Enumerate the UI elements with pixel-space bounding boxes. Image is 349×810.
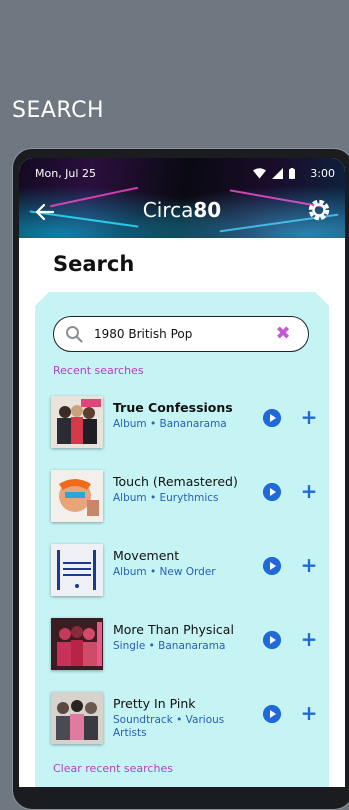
result-title: Movement	[113, 548, 180, 563]
plus-icon[interactable]: +	[298, 406, 320, 428]
search-bar[interactable]: ✖	[53, 316, 309, 352]
status-icons	[253, 168, 295, 179]
battery-icon	[289, 168, 295, 179]
plus-icon[interactable]: +	[298, 702, 320, 724]
result-subtitle: Album • New Order	[113, 566, 216, 578]
top-bar: Mon, Jul 25 3:00 Circa80	[19, 158, 345, 238]
result-row[interactable]: True Confessions Album • Bananarama +	[51, 396, 321, 452]
page-title: Search	[53, 252, 135, 276]
search-input[interactable]	[94, 324, 274, 344]
result-subtitle: Single • Bananarama	[113, 640, 226, 652]
album-cover-pretty-in-pink	[51, 692, 103, 744]
app-bar: Circa80	[19, 194, 345, 230]
section-caption: SEARCH	[12, 98, 105, 123]
logo-number: 80	[193, 198, 222, 222]
plus-icon[interactable]: +	[298, 480, 320, 502]
status-date: Mon, Jul 25	[35, 167, 96, 180]
play-icon[interactable]	[263, 409, 281, 427]
search-icon	[66, 326, 83, 343]
album-cover-touch	[51, 470, 103, 522]
album-cover-movement	[51, 544, 103, 596]
phone-screen: Mon, Jul 25 3:00 Circa80 Search 1980 Bri…	[19, 158, 345, 787]
plus-icon[interactable]: +	[298, 554, 320, 576]
album-cover-more-than-physical	[51, 618, 103, 670]
result-subtitle: Album • Bananarama	[113, 418, 227, 430]
result-row[interactable]: Pretty In Pink Soundtrack • Various Arti…	[51, 692, 321, 748]
result-row[interactable]: Touch (Remastered) Album • Eurythmics +	[51, 470, 321, 526]
result-row[interactable]: More Than Physical Single • Bananarama +	[51, 618, 321, 674]
result-title: True Confessions	[113, 400, 233, 415]
result-row[interactable]: Movement Album • New Order +	[51, 544, 321, 600]
status-time: 3:00	[310, 167, 335, 180]
recent-searches-label: Recent searches	[53, 364, 144, 377]
result-title: Pretty In Pink	[113, 696, 196, 711]
plus-icon[interactable]: +	[298, 628, 320, 650]
logo-text: Circa	[142, 198, 194, 222]
play-icon[interactable]	[263, 483, 281, 501]
clear-recent-searches-link[interactable]: Clear recent searches	[53, 762, 173, 775]
result-subtitle: Album • Eurythmics	[113, 492, 219, 504]
signal-icon	[272, 168, 283, 179]
search-card: ✖ Recent searches True Confessions Album…	[35, 292, 329, 787]
result-subtitle: Soundtrack • Various Artists	[113, 714, 225, 739]
play-icon[interactable]	[263, 557, 281, 575]
play-icon[interactable]	[263, 631, 281, 649]
play-icon[interactable]	[263, 705, 281, 723]
result-title: Touch (Remastered)	[113, 474, 238, 489]
close-x-icon[interactable]: ✖	[274, 325, 292, 343]
result-title: More Than Physical	[113, 622, 234, 637]
album-cover-true-confessions	[51, 396, 103, 448]
wifi-icon	[253, 168, 266, 179]
app-logo: Circa80	[19, 198, 345, 222]
gear-icon[interactable]	[305, 196, 333, 224]
status-bar: Mon, Jul 25 3:00	[35, 167, 335, 185]
